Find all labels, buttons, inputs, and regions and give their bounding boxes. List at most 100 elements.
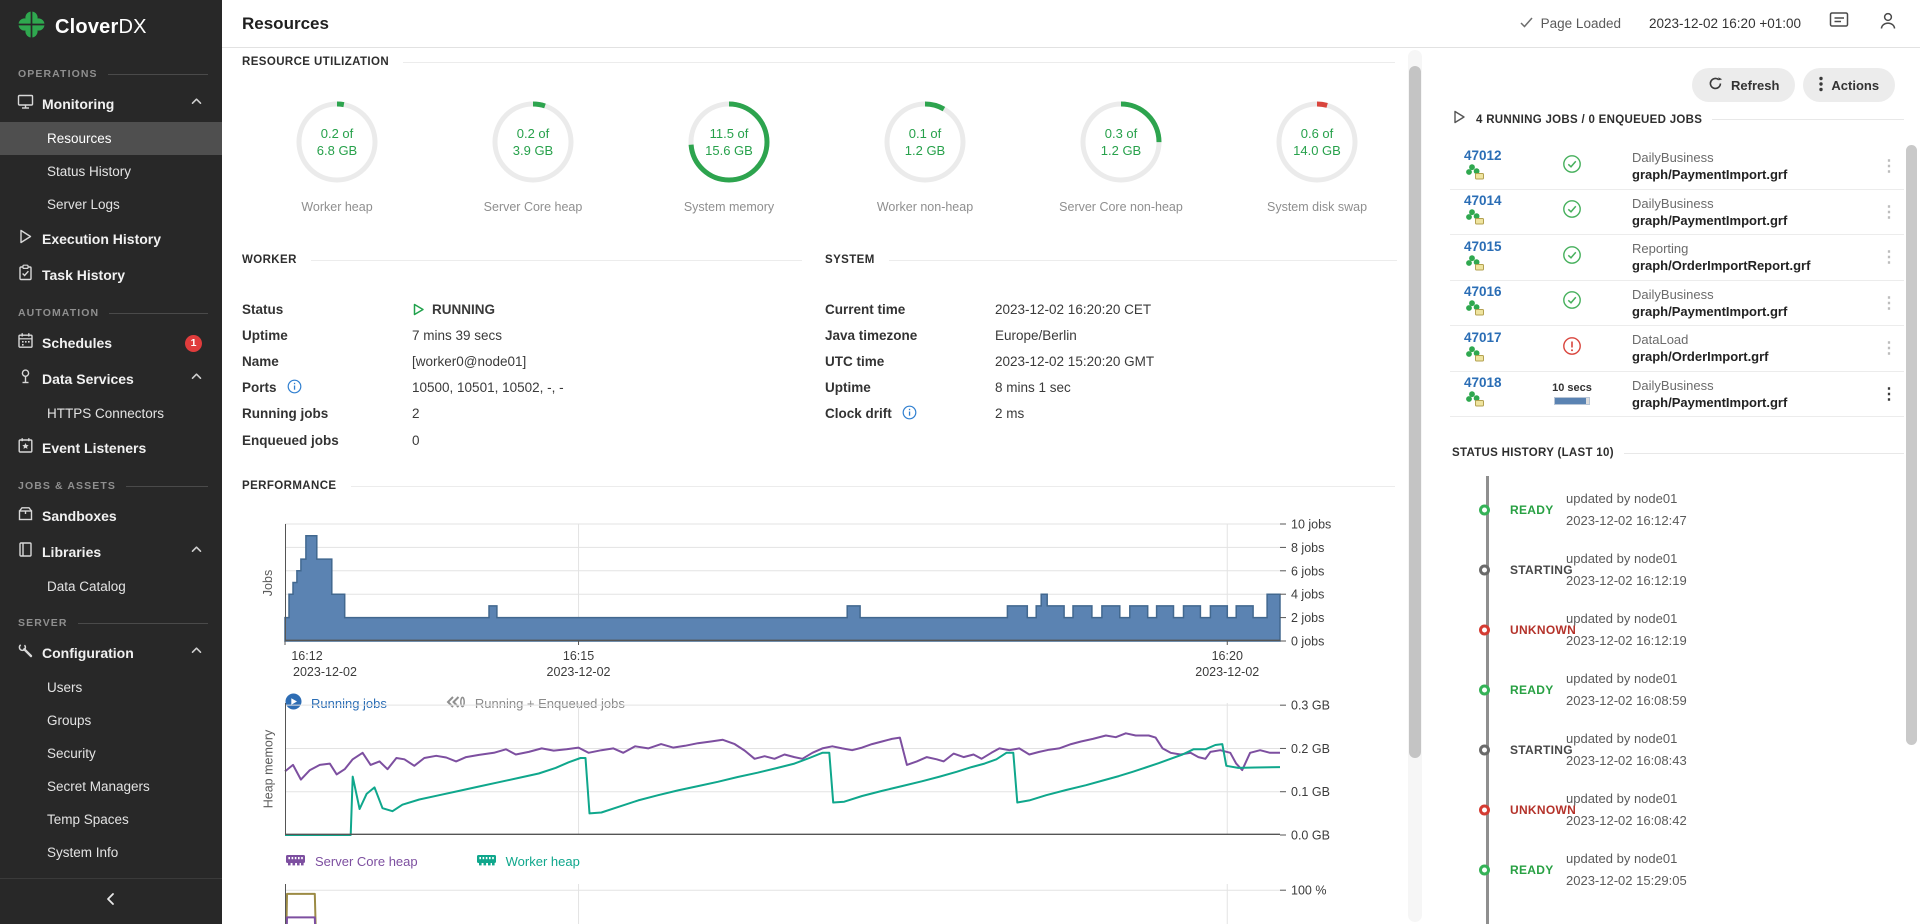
sidebar-subitem-data-catalog[interactable]: Data Catalog [0, 570, 222, 603]
gauges-row: 0.2 of6.8 GB Worker heap 0.2 of3.9 GB Se… [239, 98, 1415, 214]
svg-text:2023-12-02: 2023-12-02 [1195, 665, 1259, 679]
sidebar-subitem-server-logs[interactable]: Server Logs [0, 188, 222, 221]
sidebar-item-sandboxes[interactable]: Sandboxes [0, 498, 222, 534]
job-row-47018[interactable]: 4701810 secsDailyBusinessgraph/PaymentIm… [1450, 372, 1904, 418]
info-icon[interactable] [902, 405, 917, 423]
status-history-entry: STARTINGupdated by node012023-12-02 16:0… [1450, 728, 1920, 772]
sidebar-subitem-temp-spaces[interactable]: Temp Spaces [0, 803, 222, 836]
job-id-link[interactable]: 47015 [1464, 239, 1502, 254]
sidebar-subitem-https-connectors[interactable]: HTTPS Connectors [0, 397, 222, 430]
sidebar-item-monitoring[interactable]: Monitoring [0, 86, 222, 122]
job-row-47014[interactable]: 47014DailyBusinessgraph/PaymentImport.gr… [1450, 190, 1904, 236]
chat-icon [1829, 11, 1850, 36]
nav-section-label: SERVER [0, 603, 222, 635]
status-label: READY [1510, 683, 1554, 697]
status-updated-by: updated by node01 [1566, 491, 1677, 506]
job-kebab-menu[interactable]: ⋮ [1874, 247, 1904, 267]
sidebar-subitem-secret-managers[interactable]: Secret Managers [0, 770, 222, 803]
job-sandbox: DataLoad [1632, 332, 1688, 347]
heap-memory-chart: Heap memory0.0 GB0.1 GB0.2 GB0.3 GBServe… [285, 703, 1365, 870]
chevron-up-icon[interactable] [189, 643, 204, 663]
status-updated-by: updated by node01 [1566, 851, 1677, 866]
graph-job-icon [1464, 345, 1486, 367]
job-kebab-menu[interactable]: ⋮ [1874, 293, 1904, 313]
logo[interactable]: CloverDX [0, 0, 222, 54]
main-scrollbar-thumb[interactable] [1409, 66, 1421, 758]
status-label: STARTING [1510, 743, 1573, 757]
panel-scrollbar-thumb[interactable] [1906, 145, 1917, 745]
feedback-button[interactable] [1829, 11, 1850, 36]
status-label: READY [1510, 863, 1554, 877]
notification-badge: 1 [185, 335, 202, 352]
refresh-button[interactable]: Refresh [1692, 68, 1795, 102]
detail-row-status: StatusRUNNING [242, 296, 802, 322]
gauge-server-core-heap: 0.2 of3.9 GB Server Core heap [435, 98, 631, 214]
sidebar-subitem-users[interactable]: Users [0, 671, 222, 704]
job-ok-icon [1562, 290, 1582, 315]
chevron-up-icon[interactable] [189, 369, 204, 389]
job-progress-bar [1554, 397, 1590, 405]
gauge-system-disk-swap: 0.6 of14.0 GB System disk swap [1219, 98, 1415, 214]
section-system: SYSTEM [825, 254, 1397, 266]
svg-text:0.2 GB: 0.2 GB [1291, 742, 1330, 756]
chevron-up-icon[interactable] [189, 542, 204, 562]
chevron-up-icon[interactable] [189, 94, 204, 114]
job-kebab-menu[interactable]: ⋮ [1874, 156, 1904, 176]
gauge-worker-heap: 0.2 of6.8 GB Worker heap [239, 98, 435, 214]
status-timestamp: 2023-12-02 16:12:19 [1566, 633, 1687, 648]
status-timestamp: 2023-12-02 16:12:47 [1566, 513, 1687, 528]
main-content: RESOURCE UTILIZATION 0.2 of6.8 GB Worker… [222, 48, 1450, 924]
cloverdx-app: CloverDX OPERATIONSMonitoringResourcesSt… [0, 0, 1920, 924]
running-jobs-chart: Jobs0 jobs2 jobs4 jobs6 jobs8 jobs10 job… [285, 524, 1365, 713]
sidebar-subitem-security[interactable]: Security [0, 737, 222, 770]
job-kebab-menu[interactable]: ⋮ [1874, 202, 1904, 222]
user-menu-button[interactable] [1878, 11, 1898, 36]
graph-job-icon [1464, 299, 1486, 321]
job-sandbox: DailyBusiness [1632, 196, 1714, 211]
legend-item[interactable]: Worker heap [476, 853, 580, 870]
sidebar-subitem-groups[interactable]: Groups [0, 704, 222, 737]
sidebar-item-data-services[interactable]: Data Services [0, 361, 222, 397]
chevron-left-icon [103, 891, 119, 912]
sandboxes-icon [17, 505, 34, 527]
job-id-link[interactable]: 47016 [1464, 284, 1502, 299]
schedules-icon [17, 332, 34, 354]
nav-section-label: AUTOMATION [0, 293, 222, 325]
job-kebab-menu[interactable]: ⋮ [1874, 338, 1904, 358]
gauge-label: System memory [684, 200, 774, 214]
job-id-link[interactable]: 47018 [1464, 375, 1502, 390]
status-history-entry: READYupdated by node012023-12-02 16:08:5… [1450, 668, 1920, 712]
sidebar-item-configuration[interactable]: Configuration [0, 635, 222, 671]
sidebar-item-schedules[interactable]: Schedules1 [0, 325, 222, 361]
job-ok-icon [1562, 245, 1582, 270]
job-id-link[interactable]: 47012 [1464, 148, 1502, 163]
main-scrollbar[interactable] [1408, 50, 1422, 922]
actions-button[interactable]: Actions [1803, 68, 1895, 102]
legend-item[interactable]: Server Core heap [285, 853, 418, 870]
gauge-label: Server Core heap [484, 200, 583, 214]
panel-scrollbar[interactable] [1906, 48, 1918, 924]
ram-icon [476, 853, 497, 870]
sidebar-subitem-system-info[interactable]: System Info [0, 836, 222, 869]
job-kebab-menu[interactable]: ⋮ [1874, 384, 1904, 404]
job-row-47012[interactable]: 47012DailyBusinessgraph/PaymentImport.gr… [1450, 144, 1904, 190]
execution-history-icon [17, 228, 34, 250]
sidebar-item-event-listeners[interactable]: Event Listeners [0, 430, 222, 466]
gauge-label: Server Core non-heap [1059, 200, 1183, 214]
page-title: Resources [242, 14, 329, 34]
job-row-47015[interactable]: 47015Reportinggraph/OrderImportReport.gr… [1450, 235, 1904, 281]
sidebar-item-task-history[interactable]: Task History [0, 257, 222, 293]
sidebar-item-execution-history[interactable]: Execution History [0, 221, 222, 257]
job-id-link[interactable]: 47014 [1464, 193, 1502, 208]
sidebar-subitem-status-history[interactable]: Status History [0, 155, 222, 188]
info-icon[interactable] [287, 379, 302, 397]
job-row-47017[interactable]: 47017DataLoadgraph/OrderImport.grf⋮ [1450, 326, 1904, 372]
job-id-link[interactable]: 47017 [1464, 330, 1502, 345]
status-history-entry: UNKNOWNupdated by node012023-12-02 16:12… [1450, 608, 1920, 652]
sidebar-subitem-resources[interactable]: Resources [0, 122, 222, 155]
svg-text:10 jobs: 10 jobs [1291, 518, 1331, 532]
gauge-system-memory: 11.5 of15.6 GB System memory [631, 98, 827, 214]
job-row-47016[interactable]: 47016DailyBusinessgraph/PaymentImport.gr… [1450, 281, 1904, 327]
sidebar-item-libraries[interactable]: Libraries [0, 534, 222, 570]
sidebar-collapse-button[interactable] [0, 878, 222, 924]
